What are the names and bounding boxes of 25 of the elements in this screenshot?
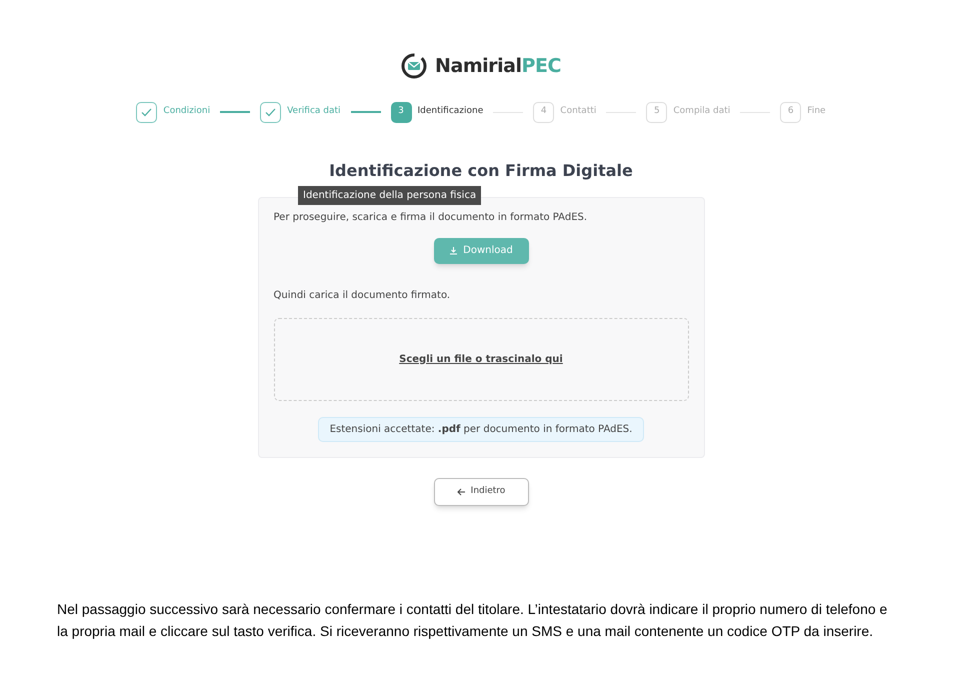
step-marker: 5 [646,102,668,122]
step-marker: 3 [390,102,412,122]
step-label: Condizioni [163,105,210,118]
step-marker: 4 [533,102,554,122]
logo-text: NamirialPEC [435,54,561,79]
instruction-text: Quindi carica il documento firmato. [274,288,452,302]
caption-paragraph: Nel passaggio successivo sarà necessario confermare i contatti del titolare. L’intestatario dovrà indicare il proprio numero di telefono e la propria mail e cliccare sul tasto verifica. Si riceveranno rispettivamente un SMS e una mail contenente un codice OTP da inserire. [57,600,888,641]
step-marker: 6 [780,102,802,122]
instruction-text: Per proseguire, scarica e firma il documento in formato PAdES. [274,210,588,224]
back-button[interactable]: Indietro [434,478,528,506]
step-label: Contatti [560,105,596,118]
check-icon [265,108,276,116]
choose-file-link[interactable]: Scegli un file o trascinalo qui [399,352,563,366]
step-label: Compila dati [673,105,730,118]
download-icon [449,246,458,255]
dropzone[interactable]: Scegli un file o trascinalo qui [274,318,688,400]
step-label: Fine [807,105,826,118]
arrow-left-icon [456,488,466,496]
info-note: Estensioni accettate: .pdf per documento in formato PAdES. [318,416,644,442]
logo-icon [401,53,428,80]
tooltip: Identificazione della persona fisica [298,186,482,205]
step-label: Identificazione [418,105,484,118]
page-title: Identificazione con Firma Digitale [329,160,633,182]
check-icon [141,108,152,116]
step-label: Verifica dati [287,105,341,118]
